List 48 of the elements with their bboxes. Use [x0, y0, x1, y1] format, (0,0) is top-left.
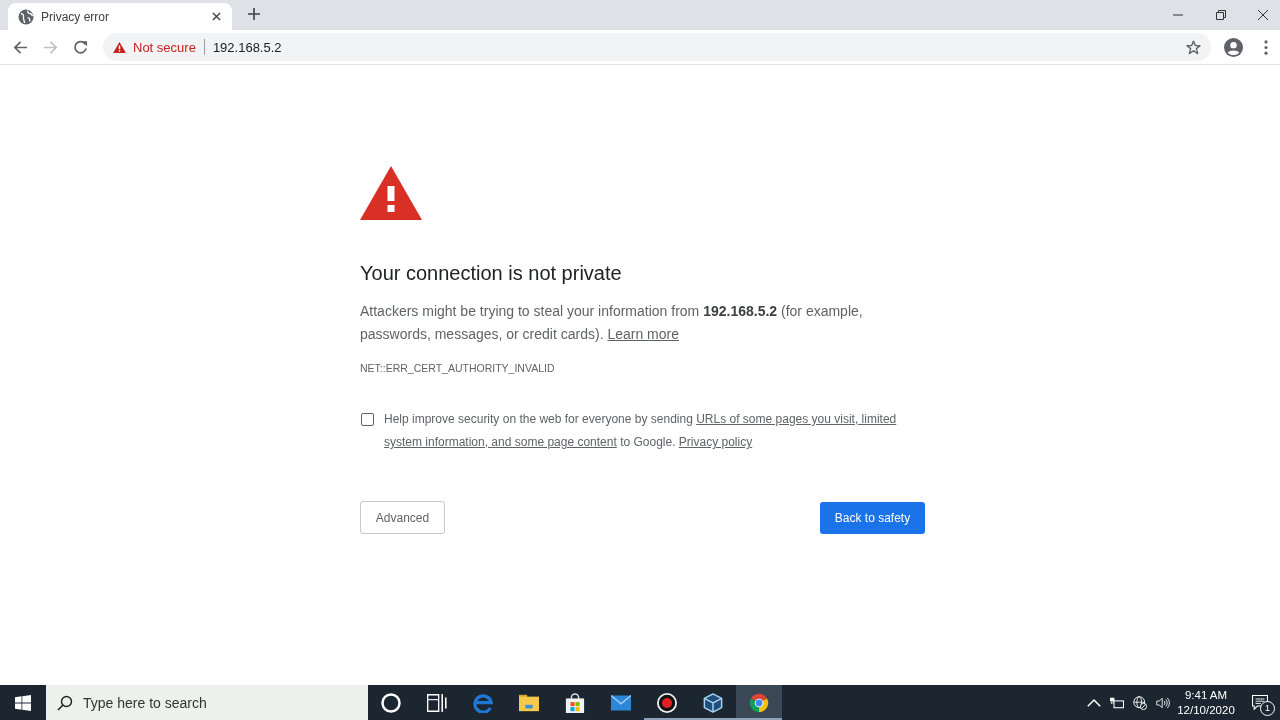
- clock-date: 12/10/2020: [1177, 702, 1235, 718]
- search-field[interactable]: Type here to search: [46, 685, 368, 720]
- error-code: NET::ERR_CERT_AUTHORITY_INVALID: [360, 361, 555, 375]
- error-message: Attackers might be trying to steal your information from 192.168.5.2 (for example, passwords, messages, or credit cards). Learn more: [360, 302, 864, 344]
- more-icon: [1264, 39, 1268, 55]
- close-icon: [211, 12, 221, 21]
- page-heading: Your connection is not private: [360, 261, 622, 285]
- browser-tab[interactable]: Privacy error: [8, 3, 232, 30]
- reload-icon: [72, 39, 88, 55]
- windows-logo-icon: [14, 694, 31, 711]
- notification-button[interactable]: 1: [1240, 685, 1280, 720]
- speaker-icon: [1156, 695, 1170, 710]
- advanced-button[interactable]: Advanced: [360, 501, 445, 534]
- search-icon: [57, 695, 73, 711]
- battery-plug-icon: [1110, 695, 1124, 710]
- url-text[interactable]: 192.168.5.2: [212, 39, 282, 55]
- circle-logo-icon: [749, 692, 769, 713]
- notification-count: 1: [1260, 701, 1275, 716]
- e-logo-icon: [473, 692, 493, 713]
- warning-icon: [360, 166, 422, 220]
- ring-icon: [381, 692, 401, 713]
- warning-icon: [113, 41, 126, 53]
- data-sharing-link[interactable]: URLs of some pages you visit, limited: [696, 412, 897, 426]
- speech-bubble-icon: [1252, 694, 1268, 711]
- opt-in-checkbox[interactable]: [361, 413, 374, 426]
- clock-time: 9:41 AM: [1184, 687, 1228, 703]
- globe-icon: [1133, 695, 1147, 710]
- back-to-safety-button[interactable]: Back to safety: [820, 501, 925, 534]
- shopping-bag-icon: [565, 692, 585, 713]
- folder-icon: [519, 692, 539, 713]
- back-arrow-icon: [12, 39, 28, 55]
- privacy-policy-link[interactable]: Privacy policy: [678, 435, 753, 449]
- record-icon: [657, 692, 677, 713]
- cube-icon: [703, 692, 723, 713]
- forward-arrow-icon: [42, 39, 58, 55]
- restore-icon: [1215, 10, 1226, 20]
- opt-in-text: Help improve security on the web for everyone by sending URLs of some pages you visit, limited system information, and some page content to Google. Privacy policy: [384, 411, 897, 451]
- task-view-icon: [427, 692, 447, 713]
- envelope-icon: [611, 692, 631, 713]
- account-icon: [1223, 37, 1243, 57]
- close-icon: [1258, 10, 1268, 20]
- globe-icon: [18, 8, 34, 25]
- security-status[interactable]: Not secure: [133, 39, 196, 55]
- learn-more-link[interactable]: Learn more: [607, 326, 679, 342]
- plus-icon: [248, 8, 260, 20]
- star-icon[interactable]: [1186, 39, 1201, 55]
- data-sharing-link[interactable]: system information, and some page content: [384, 435, 617, 449]
- address-bar[interactable]: Not secure 192.168.5.2: [103, 33, 1211, 61]
